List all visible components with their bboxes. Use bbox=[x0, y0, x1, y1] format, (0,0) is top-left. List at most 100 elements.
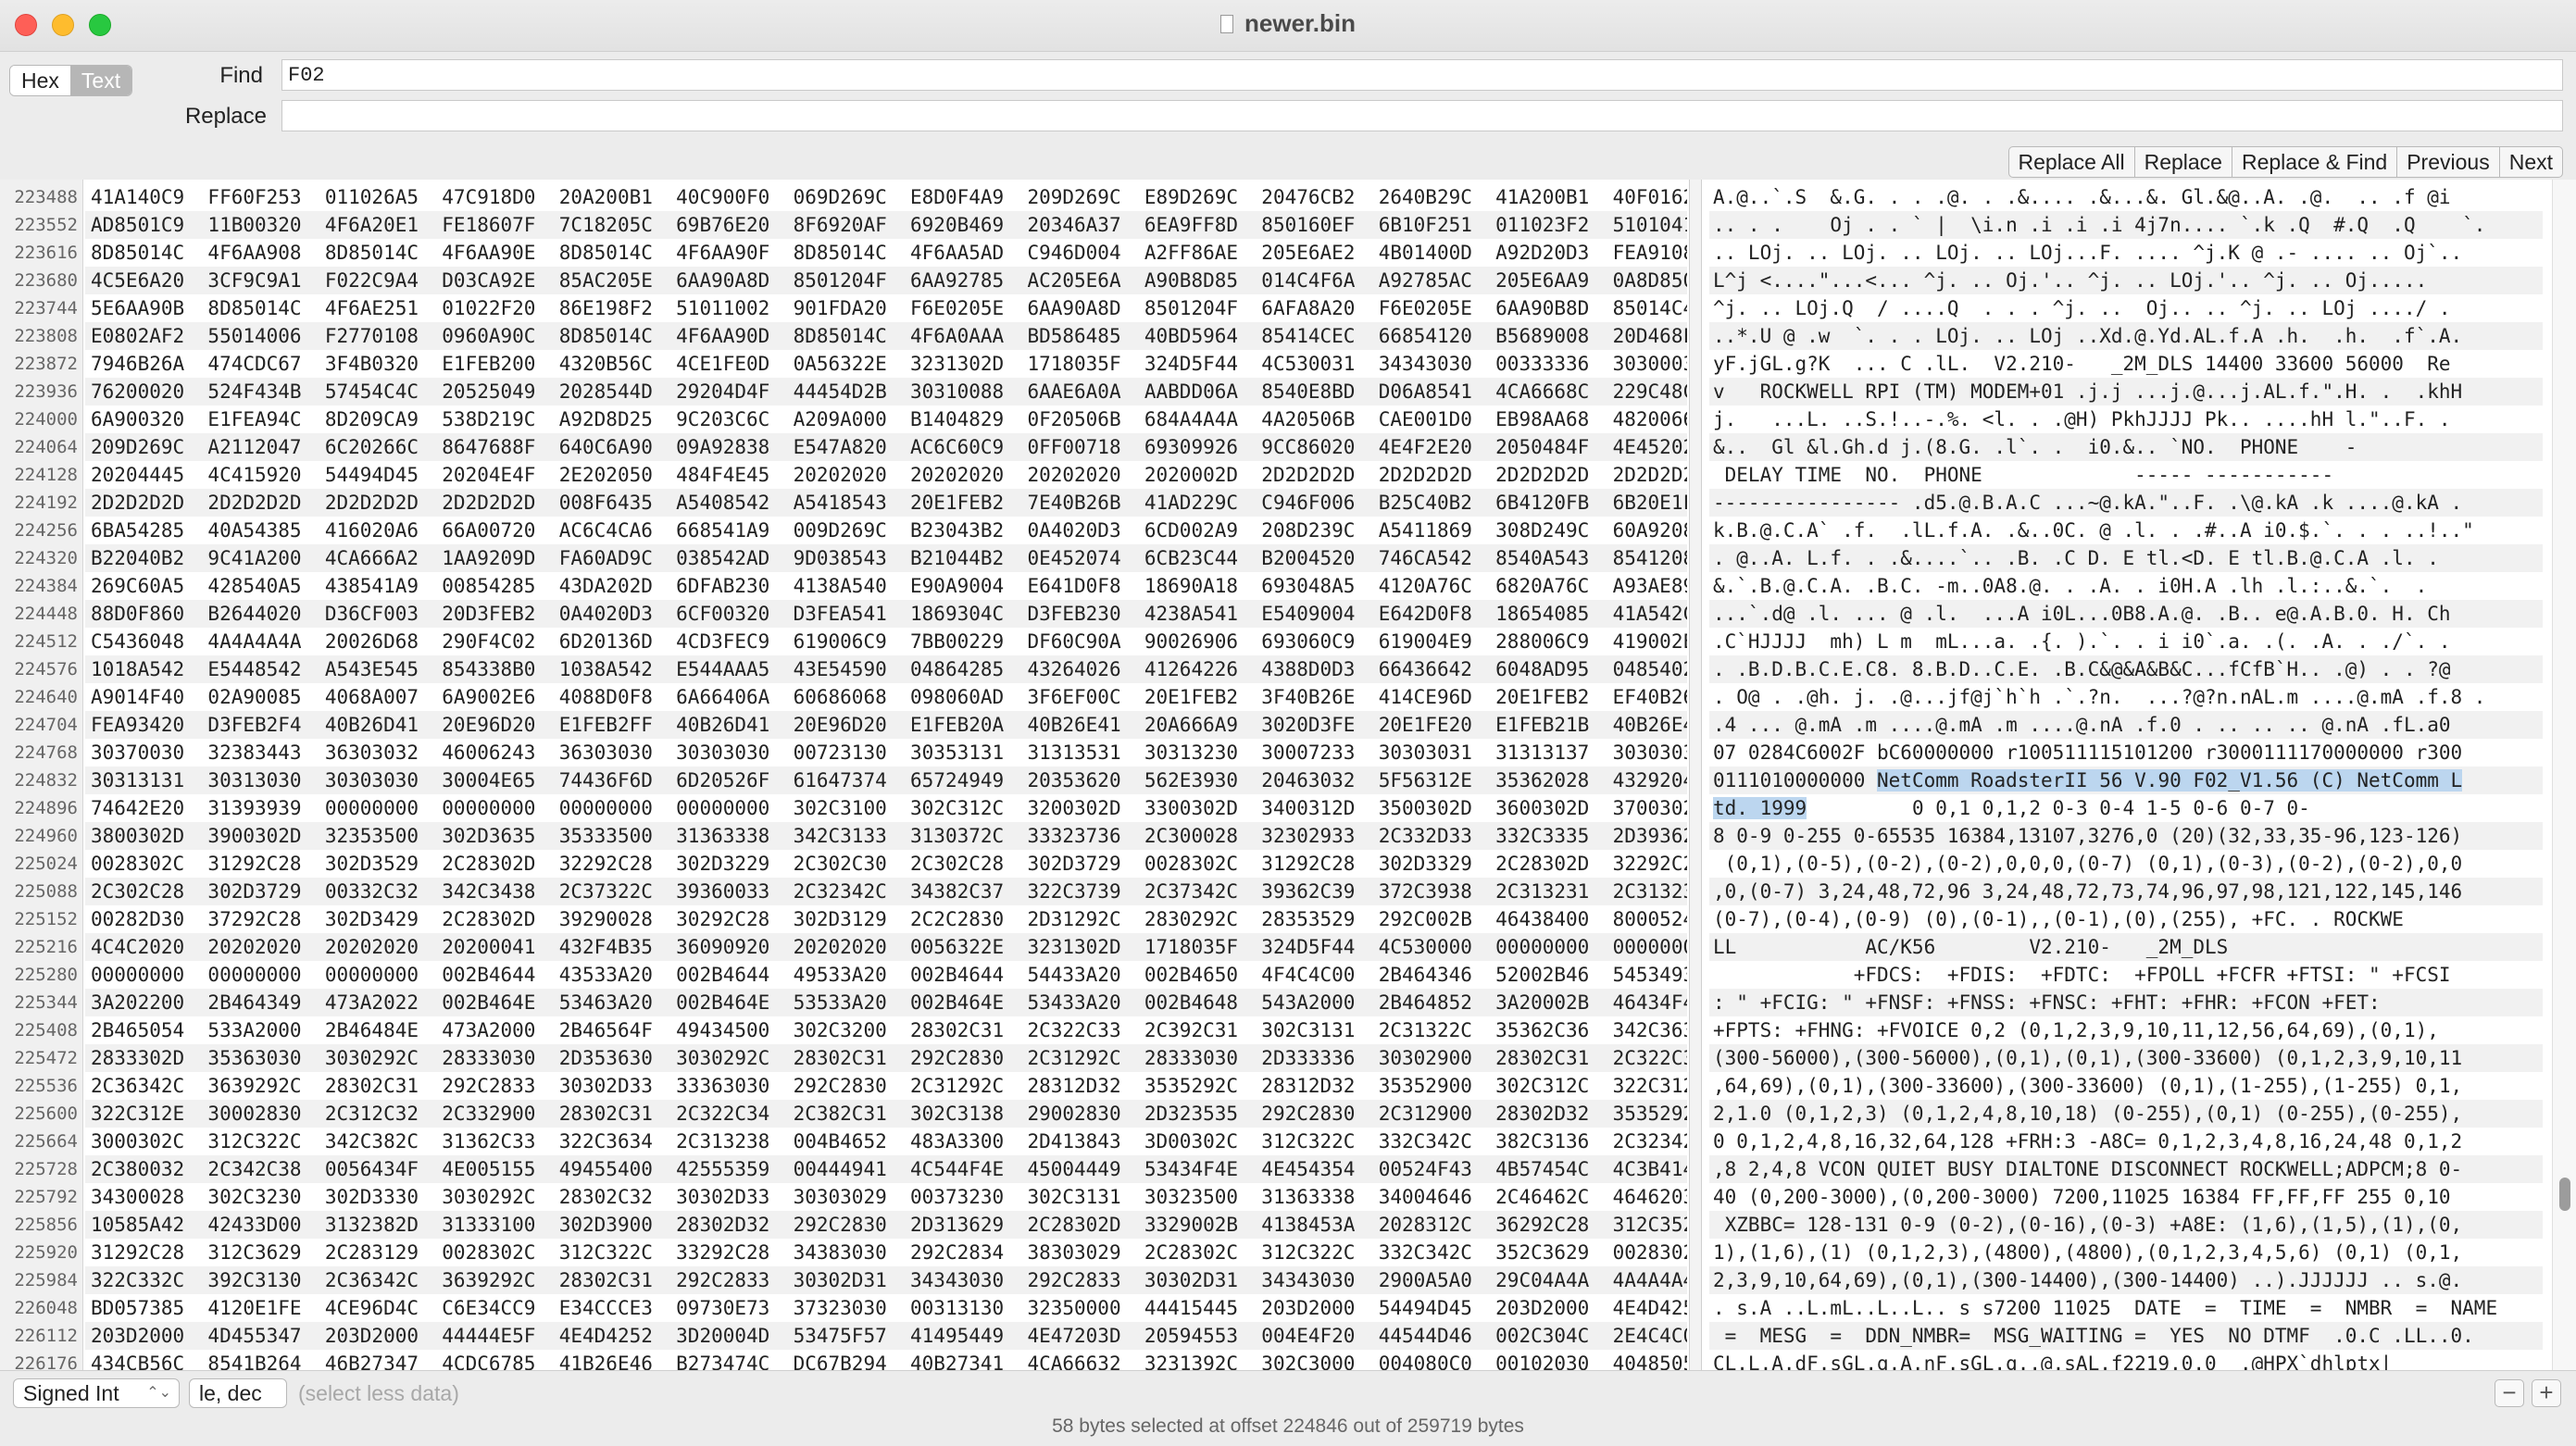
hex-row[interactable]: 225280 00000000 00000000 00000000 002B464… bbox=[0, 961, 2576, 989]
hex-row[interactable]: 225152 00282D30 37292C28 302D3429 2C28302… bbox=[0, 905, 2576, 933]
hex-rows[interactable]: 223488 41A140C9 FF60F253 011026A5 47C918D… bbox=[0, 183, 2576, 1377]
remove-inspector-button[interactable]: − bbox=[2495, 1379, 2524, 1407]
row-text[interactable]: .4 ... @.mA .m ....@.mA .m ....@.nA .f.0… bbox=[1709, 711, 2543, 739]
row-text[interactable]: . @..A. L.f. . .&....`.. .B. .C D. E tl.… bbox=[1709, 544, 2543, 572]
hex-row[interactable]: 225216 4C4C2020 20202020 20202020 2020004… bbox=[0, 933, 2576, 961]
row-text[interactable]: . s.A ..L.mL..L..L.. s s7200 11025 DATE … bbox=[1709, 1294, 2543, 1322]
hex-row[interactable]: 225024 0028302C 31292C28 302D3529 2C28302… bbox=[0, 850, 2576, 878]
row-hex-bytes[interactable]: 8D85014C 4F6AA908 8D85014C 4F6AA90E 8D85… bbox=[85, 239, 1687, 267]
hex-row[interactable]: 225856 10585A42 42433D00 3132382D 3133310… bbox=[0, 1211, 2576, 1239]
hex-row[interactable]: 223488 41A140C9 FF60F253 011026A5 47C918D… bbox=[0, 183, 2576, 211]
hex-row[interactable]: 224512 C5436048 4A4A4A4A 20026D68 290F4C0… bbox=[0, 628, 2576, 655]
row-text[interactable]: ,64,69),(0,1),(300-33600),(300-33600) (0… bbox=[1709, 1072, 2543, 1100]
row-hex-bytes[interactable]: FEA93420 D3FEB2F4 40B26D41 20E96D20 E1FE… bbox=[85, 711, 1687, 739]
row-text[interactable]: = MESG = DDN_NMBR= MSG_WAITING = YES NO … bbox=[1709, 1322, 2543, 1350]
row-hex-bytes[interactable]: 203D2000 4D455347 203D2000 44444E5F 4E4D… bbox=[85, 1322, 1687, 1350]
row-text[interactable]: ...`.d@ .l. ... @ .l. ...A i0L...0B8.A.@… bbox=[1709, 600, 2543, 628]
row-text[interactable]: ---------------- .d5.@.B.A.C ...~@.kA.".… bbox=[1709, 489, 2543, 517]
hex-row[interactable]: 224960 3800302D 3900302D 32353500 302D363… bbox=[0, 822, 2576, 850]
hex-row[interactable]: 224768 30370030 32383443 36303032 4600624… bbox=[0, 739, 2576, 767]
hex-row[interactable]: 224192 2D2D2D2D 2D2D2D2D 2D2D2D2D 2D2D2D2… bbox=[0, 489, 2576, 517]
hex-row[interactable]: 224320 B22040B2 9C41A200 4CA666A2 1AA9209… bbox=[0, 544, 2576, 572]
vertical-scrollbar[interactable] bbox=[2552, 180, 2576, 1370]
row-hex-bytes[interactable]: 209D269C A2112047 6C20266C 8647688F 640C… bbox=[85, 433, 1687, 461]
row-hex-bytes[interactable]: BD057385 4120E1FE 4CE96D4C C6E34CC9 E34C… bbox=[85, 1294, 1687, 1322]
hex-row[interactable]: 223872 7946B26A 474CDC67 3F4B0320 E1FEB20… bbox=[0, 350, 2576, 378]
row-hex-bytes[interactable]: 6BA54285 40A54385 416020A6 66A00720 AC6C… bbox=[85, 517, 1687, 544]
row-hex-bytes[interactable]: 0028302C 31292C28 302D3529 2C28302D 3229… bbox=[85, 850, 1687, 878]
row-text[interactable]: L^j <...."...<... ^j. .. Oj.'.. ^j. .. L… bbox=[1709, 267, 2543, 294]
hex-row[interactable]: 225920 31292C28 312C3629 2C283129 0028302… bbox=[0, 1239, 2576, 1266]
hex-row[interactable]: 224256 6BA54285 40A54385 416020A6 66A0072… bbox=[0, 517, 2576, 544]
row-hex-bytes[interactable]: 00282D30 37292C28 302D3429 2C28302D 3929… bbox=[85, 905, 1687, 933]
previous-button[interactable]: Previous bbox=[2397, 146, 2500, 178]
row-hex-bytes[interactable]: 31292C28 312C3629 2C283129 0028302C 312C… bbox=[85, 1239, 1687, 1266]
row-hex-bytes[interactable]: 41A140C9 FF60F253 011026A5 47C918D0 20A2… bbox=[85, 183, 1687, 211]
row-text[interactable]: ..*.U @ .w `. . . LOj. .. LOj ..Xd.@.Yd.… bbox=[1709, 322, 2543, 350]
row-hex-bytes[interactable]: 3A202200 2B464349 473A2022 002B464E 5346… bbox=[85, 989, 1687, 1016]
row-text[interactable]: yF.jGL.g?K ... C .lL. V2.210- _2M_DLS 14… bbox=[1709, 350, 2543, 378]
row-hex-bytes[interactable]: 76200020 524F434B 57454C4C 20525049 2028… bbox=[85, 378, 1687, 405]
row-text[interactable]: 0 0,1,2,4,8,16,32,64,128 +FRH:3 -A8C= 0,… bbox=[1709, 1128, 2543, 1155]
row-text[interactable]: .. LOj. .. LOj. .. LOj. .. LOj...F. ....… bbox=[1709, 239, 2543, 267]
row-hex-bytes[interactable]: 3000302C 312C322C 342C382C 31362C33 322C… bbox=[85, 1128, 1687, 1155]
replace-button[interactable]: Replace bbox=[2134, 146, 2232, 178]
row-text[interactable]: 2,3,9,10,64,69),(0,1),(300-14400),(300-1… bbox=[1709, 1266, 2543, 1294]
row-hex-bytes[interactable]: 34300028 302C3230 302D3330 3030292C 2830… bbox=[85, 1183, 1687, 1211]
row-text[interactable]: &.`.B.@.C.A. .B.C. -m..0A8.@. . .A. . i0… bbox=[1709, 572, 2543, 600]
hex-row[interactable]: 224000 6A900320 E1FEA94C 8D209CA9 538D219… bbox=[0, 405, 2576, 433]
row-text[interactable]: &.. Gl &l.Gh.d j.(8.G. .l`. . i0.&.. `NO… bbox=[1709, 433, 2543, 461]
row-text[interactable]: 1),(1,6),(1) (0,1,2,3),(4800),(4800),(0,… bbox=[1709, 1239, 2543, 1266]
row-text[interactable]: 0111010000000 NetComm RoadsterII 56 V.90… bbox=[1709, 767, 2543, 794]
row-text[interactable]: +FPTS: +FHNG: +FVOICE 0,2 (0,1,2,3,9,10,… bbox=[1709, 1016, 2543, 1044]
row-hex-bytes[interactable]: B22040B2 9C41A200 4CA666A2 1AA9209D FA60… bbox=[85, 544, 1687, 572]
hex-row[interactable]: 223680 4C5E6A20 3CF9C9A1 F022C9A4 D03CA92… bbox=[0, 267, 2576, 294]
scrollbar-thumb[interactable] bbox=[2559, 1178, 2570, 1211]
hex-row[interactable]: 224832 30313131 30313030 30303030 30004E6… bbox=[0, 767, 2576, 794]
row-text[interactable]: (0,1),(0-5),(0-2),(0-2),0,0,0,(0-7) (0,1… bbox=[1709, 850, 2543, 878]
selection-highlight[interactable]: td. 1999 bbox=[1713, 797, 1807, 819]
hex-row[interactable]: 225536 2C36342C 3639292C 28302C31 292C283… bbox=[0, 1072, 2576, 1100]
add-inspector-button[interactable]: + bbox=[2532, 1379, 2561, 1407]
row-hex-bytes[interactable]: 74642E20 31393939 00000000 00000000 0000… bbox=[85, 794, 1687, 822]
row-text[interactable]: td. 1999 0 0,1 0,1,2 0-3 0-4 1-5 0-6 0-7… bbox=[1709, 794, 2543, 822]
row-hex-bytes[interactable]: 2D2D2D2D 2D2D2D2D 2D2D2D2D 2D2D2D2D 008F… bbox=[85, 489, 1687, 517]
row-text[interactable]: . .B.D.B.C.E.C8. 8.B.D..C.E. .B.C&@&A&B&… bbox=[1709, 655, 2543, 683]
text-mode-button[interactable]: Text bbox=[69, 66, 132, 95]
row-hex-bytes[interactable]: 30313131 30313030 30303030 30004E65 7443… bbox=[85, 767, 1687, 794]
next-button[interactable]: Next bbox=[2499, 146, 2563, 178]
row-hex-bytes[interactable]: 2B465054 533A2000 2B46484E 473A2000 2B46… bbox=[85, 1016, 1687, 1044]
hex-row[interactable]: 225664 3000302C 312C322C 342C382C 31362C3… bbox=[0, 1128, 2576, 1155]
row-hex-bytes[interactable]: E0802AF2 55014006 F2770108 0960A90C 8D85… bbox=[85, 322, 1687, 350]
hex-row[interactable]: 224064 209D269C A2112047 6C20266C 8647688… bbox=[0, 433, 2576, 461]
row-hex-bytes[interactable]: 7946B26A 474CDC67 3F4B0320 E1FEB200 4320… bbox=[85, 350, 1687, 378]
row-text[interactable]: 07 0284C6002F bC60000000 r10051111510120… bbox=[1709, 739, 2543, 767]
hex-row[interactable]: 224576 1018A542 E5448542 A543E545 854338B… bbox=[0, 655, 2576, 683]
row-hex-bytes[interactable]: 322C312E 30002830 2C312C32 2C332900 2830… bbox=[85, 1100, 1687, 1128]
hex-row[interactable]: 225600 322C312E 30002830 2C312C32 2C33290… bbox=[0, 1100, 2576, 1128]
hex-row[interactable]: 226048 BD057385 4120E1FE 4CE96D4C C6E34CC… bbox=[0, 1294, 2576, 1322]
row-hex-bytes[interactable]: 2C380032 2C342C38 0056434F 4E005155 4945… bbox=[85, 1155, 1687, 1183]
row-text[interactable]: DELAY TIME NO. PHONE ----- ----------- bbox=[1709, 461, 2543, 489]
hex-row[interactable]: 224384 269C60A5 428540A5 438541A9 0085428… bbox=[0, 572, 2576, 600]
hex-row[interactable]: 225472 2833302D 35363030 3030292C 2833303… bbox=[0, 1044, 2576, 1072]
data-type-popup[interactable]: Signed Int ⌃⌄ bbox=[13, 1378, 180, 1408]
row-text[interactable]: k.B.@.C.A` .f. .lL.f.A. .&..0C. @ .l. . … bbox=[1709, 517, 2543, 544]
hex-row[interactable]: 223744 5E6AA90B 8D85014C 4F6AE251 01022F2… bbox=[0, 294, 2576, 322]
hex-row[interactable]: 224128 20204445 4C415920 54494D45 20204E4… bbox=[0, 461, 2576, 489]
row-hex-bytes[interactable]: 4C5E6A20 3CF9C9A1 F022C9A4 D03CA92E 85AC… bbox=[85, 267, 1687, 294]
row-hex-bytes[interactable]: 269C60A5 428540A5 438541A9 00854285 43DA… bbox=[85, 572, 1687, 600]
row-text[interactable]: .C`HJJJJ mh) L m mL...a. .{. ).`. . i i0… bbox=[1709, 628, 2543, 655]
hex-row[interactable]: 224896 74642E20 31393939 00000000 0000000… bbox=[0, 794, 2576, 822]
hex-row[interactable]: 223616 8D85014C 4F6AA908 8D85014C 4F6AA90… bbox=[0, 239, 2576, 267]
row-hex-bytes[interactable]: 2C36342C 3639292C 28302C31 292C2833 3030… bbox=[85, 1072, 1687, 1100]
row-hex-bytes[interactable]: 6A900320 E1FEA94C 8D209CA9 538D219C A92D… bbox=[85, 405, 1687, 433]
row-hex-bytes[interactable]: 20204445 4C415920 54494D45 20204E4F 2E20… bbox=[85, 461, 1687, 489]
row-text[interactable]: XZBBC= 128-131 0-9 (0-2),(0-16),(0-3) +A… bbox=[1709, 1211, 2543, 1239]
row-hex-bytes[interactable]: 00000000 00000000 00000000 002B4644 4353… bbox=[85, 961, 1687, 989]
row-text[interactable]: 40 (0,200-3000),(0,200-3000) 7200,11025 … bbox=[1709, 1183, 2543, 1211]
hex-row[interactable]: 223936 76200020 524F434B 57454C4C 2052504… bbox=[0, 378, 2576, 405]
hex-row[interactable]: 225728 2C380032 2C342C38 0056434F 4E00515… bbox=[0, 1155, 2576, 1183]
hex-row[interactable]: 224704 FEA93420 D3FEB2F4 40B26D41 20E96D2… bbox=[0, 711, 2576, 739]
row-text[interactable]: . O@ . .@h. j. .@...jf@j`h`h .`.?n. ...?… bbox=[1709, 683, 2543, 711]
